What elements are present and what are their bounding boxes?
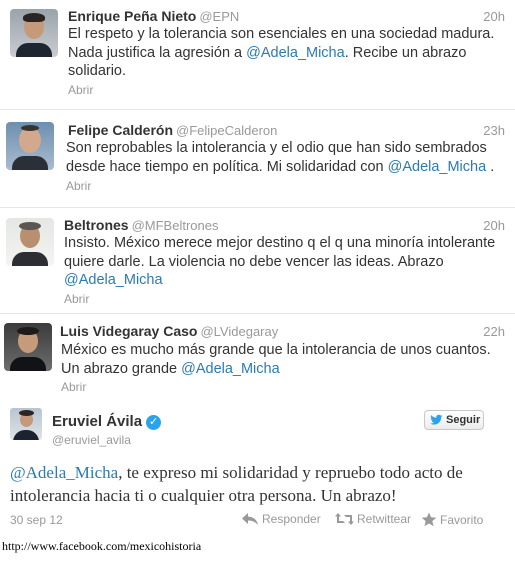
source-url[interactable]: http://www.facebook.com/mexicohistoria [2, 539, 201, 554]
author-handle[interactable]: @eruviel_avila [52, 433, 131, 447]
star-icon [421, 512, 437, 527]
mention-link[interactable]: @Adela_Micha [246, 45, 345, 61]
tweet-date[interactable]: 30 sep 12 [10, 513, 63, 527]
verified-icon: ✓ [146, 415, 162, 430]
mention-link[interactable]: @Adela_Micha [10, 463, 118, 482]
tweet-time[interactable]: 23h [483, 123, 505, 138]
tweet-card[interactable]: Felipe Calderón @FelipeCalderon 23h Son r… [0, 110, 515, 208]
tweet-text: @Adela_Micha, te expreso mi solidaridad … [10, 463, 463, 505]
retweet-icon [335, 513, 354, 525]
author-name[interactable]: Enrique Peña Nieto [68, 8, 196, 24]
author-handle[interactable]: @FelipeCalderon [176, 123, 277, 138]
mention-link[interactable]: @Adela_Micha [388, 159, 487, 175]
author-name[interactable]: Luis Videgaray Caso [60, 323, 197, 339]
avatar[interactable] [10, 9, 58, 57]
author-name[interactable]: Beltrones [64, 217, 129, 233]
tweet-text: Insisto. México merece mejor destino q e… [64, 235, 496, 288]
open-tweet-link[interactable]: Abrir [66, 179, 91, 193]
follow-button[interactable]: Seguir [424, 410, 484, 430]
tweet-text: México es mucho más grande que la intole… [61, 342, 491, 377]
tweet-time[interactable]: 22h [483, 324, 505, 339]
author-name[interactable]: Eruviel Ávila [52, 413, 142, 430]
retweet-button[interactable]: Retwittear [335, 512, 411, 526]
tweet-text: Son reprobables la intolerancia y el odi… [66, 140, 495, 175]
author-name[interactable]: Felipe Calderón [68, 122, 173, 138]
tweet-time[interactable]: 20h [483, 218, 505, 233]
tweet-card[interactable]: Enrique Peña Nieto @EPN 20h El respeto y … [0, 0, 515, 110]
open-tweet-link[interactable]: Abrir [68, 83, 93, 97]
author-handle[interactable]: @EPN [199, 9, 239, 24]
avatar[interactable] [6, 122, 54, 170]
follow-button-label: Seguir [446, 414, 481, 426]
author-handle[interactable]: @MFBeltrones [132, 218, 219, 233]
reply-button[interactable]: Responder [241, 512, 321, 526]
avatar[interactable] [6, 218, 54, 266]
bird-icon [430, 414, 443, 425]
avatar[interactable] [10, 408, 42, 440]
tweet-card[interactable]: Luis Videgaray Caso @LVidegaray 22h Méxic… [0, 314, 515, 402]
open-tweet-link[interactable]: Abrir [61, 380, 86, 394]
reply-icon [242, 513, 258, 525]
favorite-button[interactable]: Favorito [421, 512, 483, 527]
avatar[interactable] [4, 323, 52, 371]
mention-link[interactable]: @Adela_Micha [181, 361, 280, 377]
tweet-text: El respeto y la tolerancia son esenciale… [68, 26, 495, 79]
open-tweet-link[interactable]: Abrir [64, 292, 89, 306]
mention-link[interactable]: @Adela_Micha [64, 272, 163, 288]
tweet-time[interactable]: 20h [483, 9, 505, 24]
author-handle[interactable]: @LVidegaray [200, 324, 278, 339]
tweet-card[interactable]: Beltrones @MFBeltrones 20h Insisto. Méxic… [0, 208, 515, 314]
